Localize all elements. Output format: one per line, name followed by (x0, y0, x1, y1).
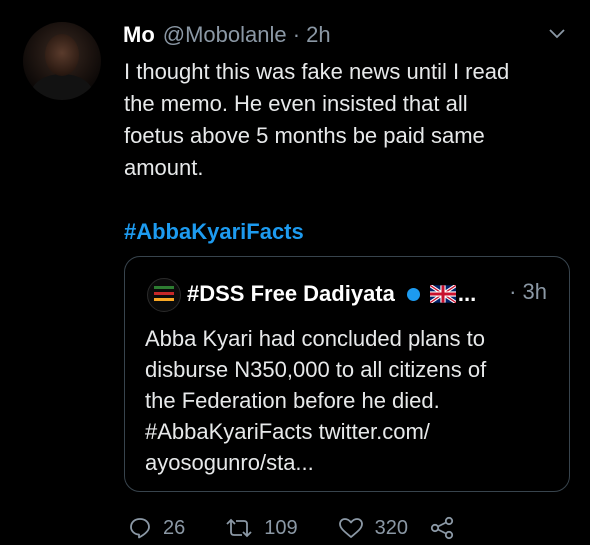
retweet-count: 109 (264, 516, 298, 539)
quoted-tweet[interactable]: #DSS Free Dadiyata ... · 3h Abba Kyari h… (124, 256, 570, 492)
quoted-text: Abba Kyari had concluded plans to disbur… (145, 323, 555, 478)
reply-button[interactable]: 26 (128, 516, 185, 540)
hashtag-link[interactable]: #AbbaKyariFacts (124, 216, 574, 248)
author-avatar[interactable] (23, 22, 101, 100)
like-button[interactable]: 320 (338, 516, 408, 540)
quoted-text-line: Abba Kyari had concluded plans to (145, 326, 486, 351)
chevron-down-icon[interactable] (548, 28, 566, 40)
reply-icon (130, 518, 150, 539)
avatar-face-shape (45, 34, 79, 76)
like-icon (338, 518, 363, 538)
tweet-text-line: I thought this was fake news until I rea… (124, 59, 510, 84)
tweet-text-line: the memo. He even insisted that all (124, 91, 468, 116)
tweet-text-line: amount. (124, 155, 204, 180)
avatar-stripe (154, 292, 174, 295)
quoted-author-avatar[interactable] (147, 278, 181, 312)
quoted-text-line: ayosogunro/sta... (145, 450, 314, 475)
tweet-actions: 26 109 320 (128, 514, 456, 542)
author-handle-time[interactable]: @Mobolanle · 2h (163, 22, 331, 48)
uk-flag-icon (429, 285, 456, 303)
avatar-stripe (154, 286, 174, 289)
share-icon (430, 516, 454, 540)
tweet-text-line: foetus above 5 months be paid same (124, 123, 485, 148)
retweet-button[interactable]: 109 (225, 516, 298, 540)
share-button[interactable] (428, 516, 456, 540)
avatar-stripe (154, 298, 174, 301)
quoted-author-name[interactable]: #DSS Free Dadiyata (187, 281, 395, 307)
verified-badge-icon (406, 287, 420, 301)
tweet-text: I thought this was fake news until I rea… (124, 56, 574, 248)
quoted-time[interactable]: · 3h (509, 279, 547, 305)
name-truncation: ... (457, 281, 477, 306)
reply-count: 26 (163, 516, 186, 539)
avatar-body-shape (31, 74, 93, 100)
tweet[interactable]: Mo @Mobolanle · 2h I thought this was fa… (0, 0, 590, 545)
quoted-text-line: #AbbaKyariFacts twitter.com/ (145, 419, 430, 444)
retweet-icon (226, 518, 252, 538)
like-count: 320 (374, 516, 408, 539)
quoted-text-line: disburse N350,000 to all citizens of (145, 357, 487, 382)
tweet-header: Mo @Mobolanle · 2h (123, 22, 331, 50)
quoted-header: #DSS Free Dadiyata ... (187, 279, 476, 309)
author-name[interactable]: Mo (123, 22, 155, 48)
quoted-text-line: the Federation before he died. (145, 388, 440, 413)
